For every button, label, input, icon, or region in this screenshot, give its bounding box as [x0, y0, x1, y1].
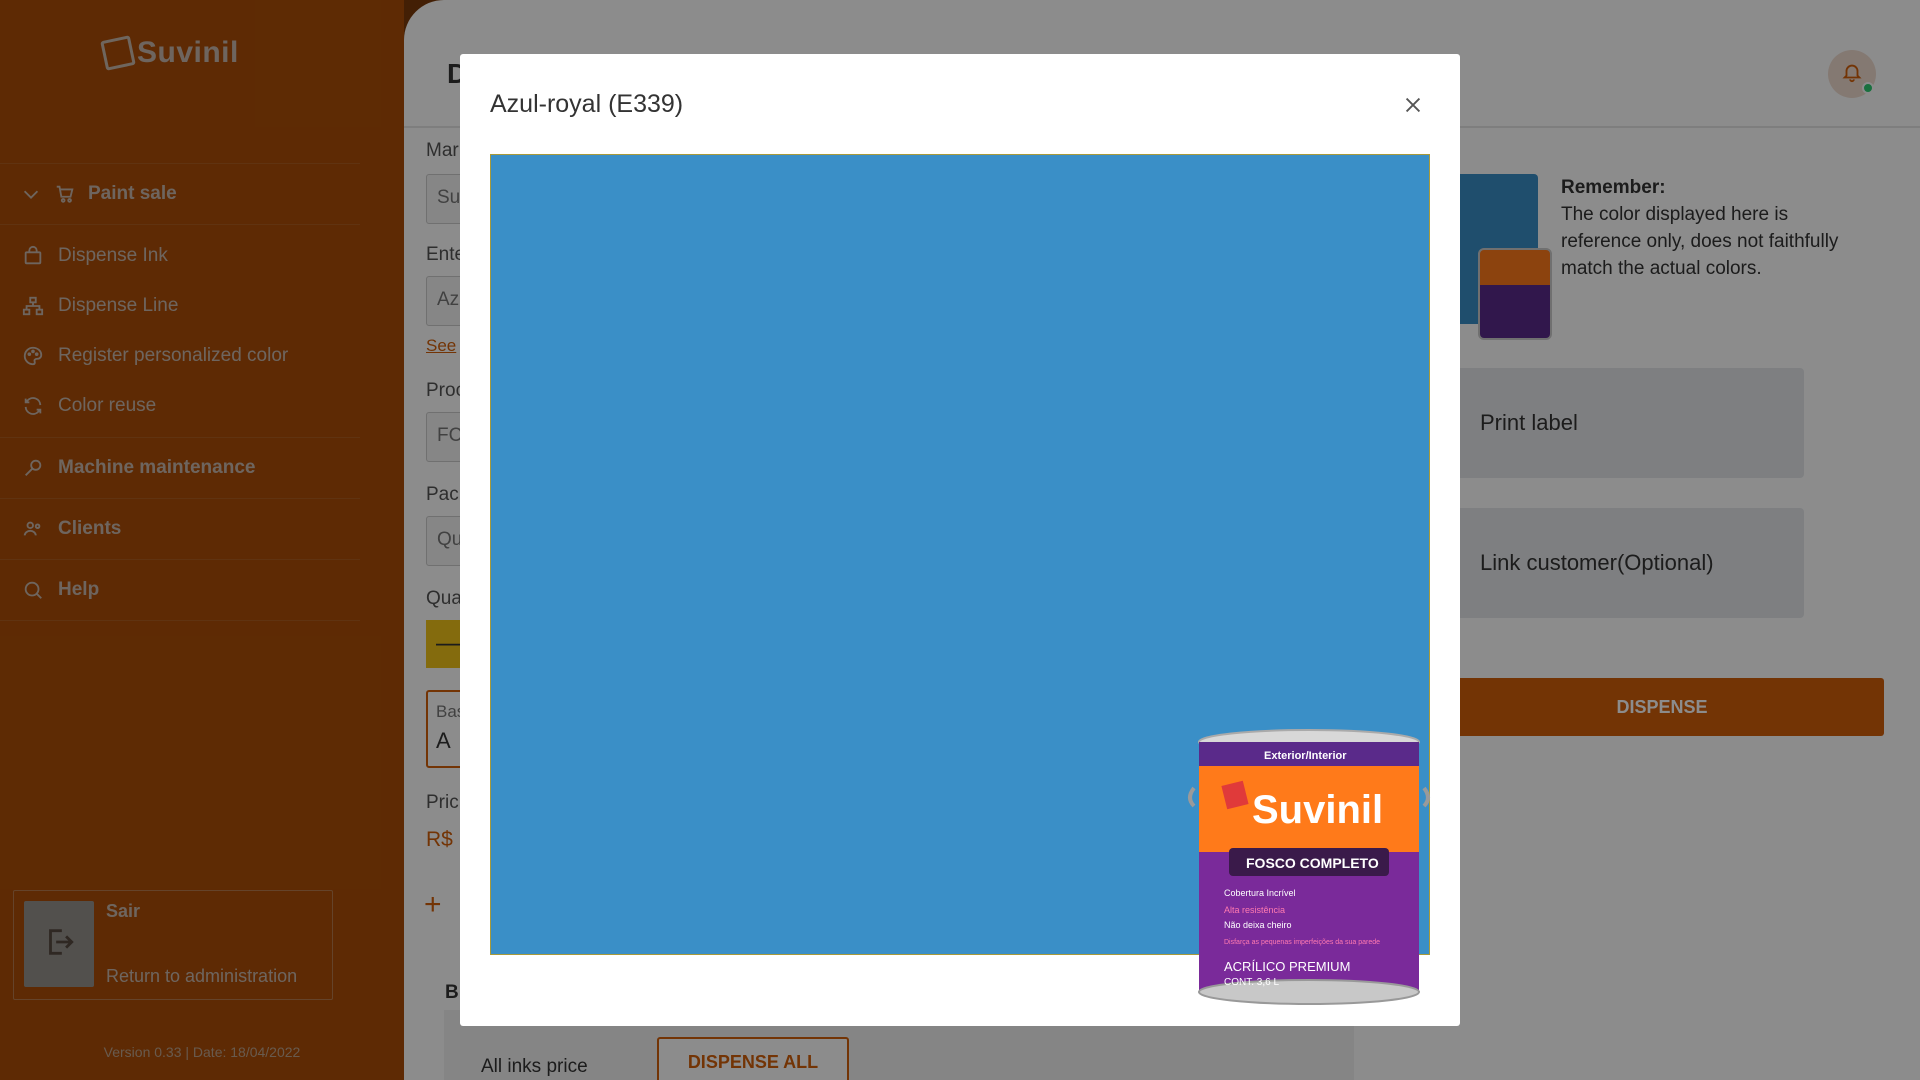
- can-line-2: Alta resistência: [1224, 905, 1285, 915]
- can-line-4: Disfarça as pequenas imperfeições da sua…: [1224, 939, 1380, 946]
- can-finish-text: ACRÍLICO PREMIUM: [1224, 959, 1350, 974]
- modal-title: Azul-royal (E339): [490, 90, 684, 118]
- can-line-1: Cobertura Incrível: [1224, 888, 1296, 898]
- can-brand-text: Suvinil: [1252, 788, 1383, 832]
- can-product-text: FOSCO COMPLETO: [1246, 855, 1379, 871]
- close-icon: [1402, 94, 1424, 121]
- can-top-text: Exterior/Interior: [1264, 750, 1347, 762]
- paint-can-image: Exterior/Interior Suvinil FOSCO COMPLETO…: [1188, 729, 1430, 1005]
- modal-close-button[interactable]: [1396, 90, 1430, 124]
- can-volume-text: CONT. 3,6 L: [1224, 977, 1279, 988]
- can-line-3: Não deixa cheiro: [1224, 920, 1292, 930]
